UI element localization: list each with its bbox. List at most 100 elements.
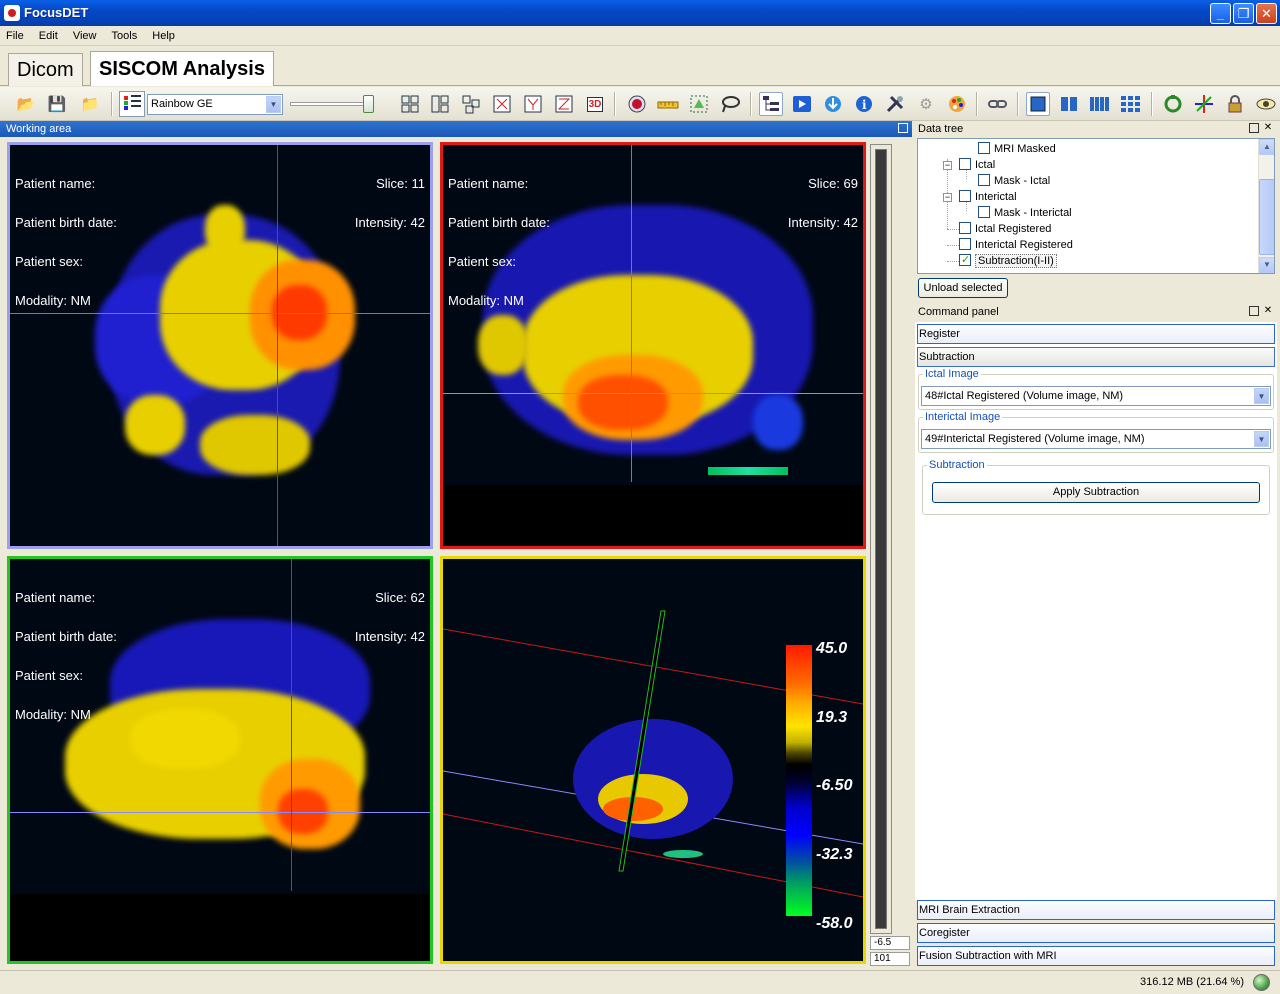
patient-birth-label: Patient birth date:: [15, 629, 117, 644]
play-icon[interactable]: [790, 92, 814, 116]
menu-file[interactable]: File: [0, 26, 30, 46]
open-series-icon[interactable]: 📁: [78, 92, 102, 116]
link-icon[interactable]: [986, 92, 1010, 116]
expand-interictal-icon[interactable]: −: [943, 193, 952, 202]
close-icon[interactable]: ✕: [1263, 306, 1273, 316]
working-area-header: Working area: [0, 121, 912, 137]
layout-two-icon[interactable]: [1057, 92, 1081, 116]
coronal-view[interactable]: Patient name: Patient birth date: Patien…: [7, 556, 433, 964]
ictal-image-select[interactable]: 48#Ictal Registered (Volume image, NM) ▼: [921, 386, 1271, 406]
layout-columns-icon[interactable]: [428, 92, 452, 116]
tab-dicom[interactable]: Dicom: [8, 53, 83, 86]
menu-edit[interactable]: Edit: [33, 26, 64, 46]
layout-grid-icon[interactable]: [398, 92, 422, 116]
coronal-plane-icon[interactable]: [552, 92, 576, 116]
close-icon[interactable]: ✕: [1263, 123, 1273, 133]
tree-item-label: Subtraction(I-II): [975, 254, 1057, 268]
ruler-icon[interactable]: [656, 92, 680, 116]
coregister-section[interactable]: Coregister: [917, 923, 1275, 943]
fusion-subtraction-section[interactable]: Fusion Subtraction with MRI: [917, 946, 1275, 966]
checkbox[interactable]: [959, 158, 971, 170]
volume-3d-view[interactable]: 45.0 19.3 -6.50 -32.3 -58.0: [440, 556, 866, 964]
checkbox[interactable]: [959, 222, 971, 234]
svg-text:i: i: [862, 98, 867, 112]
roi-select-icon[interactable]: [687, 92, 711, 116]
threshold-slider[interactable]: [870, 144, 892, 934]
tree-item-subtraction[interactable]: Subtraction(I-II): [959, 252, 1057, 269]
axial-plane-icon[interactable]: [490, 92, 514, 116]
subtraction-section[interactable]: Subtraction: [917, 347, 1275, 367]
info-icon[interactable]: i: [852, 92, 876, 116]
tree-item-ictal-registered[interactable]: Ictal Registered: [959, 221, 1051, 237]
eye-icon[interactable]: [1254, 92, 1278, 116]
threed-label: 3D: [586, 96, 604, 112]
checkbox[interactable]: [978, 142, 990, 154]
threed-view-button[interactable]: 3D: [583, 92, 607, 116]
sagittal-view[interactable]: Patient name: Patient birth date: Patien…: [440, 142, 866, 549]
mri-brain-extraction-section[interactable]: MRI Brain Extraction: [917, 900, 1275, 920]
open-folder-icon[interactable]: 📂: [14, 92, 38, 116]
layout-many-icon[interactable]: [1119, 92, 1143, 116]
lasso-icon[interactable]: [718, 92, 742, 116]
unload-selected-button[interactable]: Unload selected: [918, 278, 1008, 298]
modality-label: Modality: NM: [15, 293, 91, 308]
menu-help[interactable]: Help: [146, 26, 181, 46]
lock-icon[interactable]: [1223, 92, 1247, 116]
float-panel-icon[interactable]: [1249, 306, 1259, 316]
record-icon[interactable]: [625, 92, 649, 116]
crosshair-icon[interactable]: [1192, 92, 1216, 116]
float-panel-icon[interactable]: [1249, 123, 1259, 133]
save-icon[interactable]: 💾: [45, 92, 69, 116]
menu-tools[interactable]: Tools: [106, 26, 144, 46]
tree-item-mask-ictal[interactable]: Mask - Ictal: [978, 173, 1050, 189]
maximize-button[interactable]: ❐: [1233, 3, 1254, 24]
minimize-button[interactable]: _: [1210, 3, 1231, 24]
tree-item-interictal-registered[interactable]: Interictal Registered: [959, 237, 1073, 253]
interictal-image-value: 49#Interictal Registered (Volume image, …: [925, 433, 1145, 445]
register-section[interactable]: Register: [917, 324, 1275, 344]
palette-icon[interactable]: [945, 92, 969, 116]
colormap-select[interactable]: Rainbow GE ▼: [147, 94, 283, 115]
patient-name-label: Patient name:: [448, 176, 529, 191]
tab-siscom-analysis[interactable]: SISCOM Analysis: [90, 51, 274, 86]
app-icon: [4, 5, 20, 21]
checkbox[interactable]: [959, 190, 971, 202]
tree-scrollbar[interactable]: ▲ ▼: [1258, 139, 1274, 273]
crosshair-vertical: [277, 145, 278, 546]
sagittal-plane-icon[interactable]: [521, 92, 545, 116]
opacity-slider-track[interactable]: [290, 102, 374, 106]
colormap-swatch-icon[interactable]: [119, 91, 145, 117]
refresh-icon[interactable]: [1161, 92, 1185, 116]
expand-ictal-icon[interactable]: −: [943, 161, 952, 170]
layout-single-icon[interactable]: [1026, 92, 1050, 116]
tree-item-interictal[interactable]: Interictal: [959, 189, 1017, 205]
command-panel-title: Command panel: [918, 306, 999, 318]
settings-gear-icon[interactable]: ⚙: [914, 92, 938, 116]
opacity-slider-thumb[interactable]: [363, 95, 374, 113]
slider-value-bottom[interactable]: 101: [870, 952, 910, 966]
cerebellum-band: [708, 467, 788, 475]
checkbox[interactable]: [978, 206, 990, 218]
tree-item-ictal[interactable]: Ictal: [959, 157, 995, 173]
tools-icon[interactable]: [883, 92, 907, 116]
checkbox[interactable]: [978, 174, 990, 186]
layout-tiles-icon[interactable]: [459, 92, 483, 116]
tree-item-mri-masked[interactable]: MRI Masked: [978, 141, 1056, 157]
tree-item-mask-interictal[interactable]: Mask - Interictal: [978, 205, 1072, 221]
checkbox-checked[interactable]: [959, 252, 971, 268]
scroll-thumb[interactable]: [1259, 179, 1274, 255]
layout-four-icon[interactable]: [1088, 92, 1112, 116]
menu-view[interactable]: View: [67, 26, 103, 46]
apply-subtraction-button[interactable]: Apply Subtraction: [932, 482, 1260, 503]
slider-value-top[interactable]: -6.5: [870, 936, 910, 950]
close-button[interactable]: ✕: [1256, 3, 1277, 24]
download-icon[interactable]: [821, 92, 845, 116]
scroll-up-icon[interactable]: ▲: [1259, 139, 1274, 155]
scroll-down-icon[interactable]: ▼: [1259, 257, 1274, 273]
tree-view-icon[interactable]: [759, 92, 783, 116]
tree-item-label: MRI Masked: [994, 143, 1056, 155]
checkbox[interactable]: [959, 238, 971, 250]
axial-view[interactable]: Patient name: Patient birth date: Patien…: [7, 142, 433, 549]
interictal-image-select[interactable]: 49#Interictal Registered (Volume image, …: [921, 429, 1271, 449]
maximize-panel-icon[interactable]: [898, 123, 908, 133]
